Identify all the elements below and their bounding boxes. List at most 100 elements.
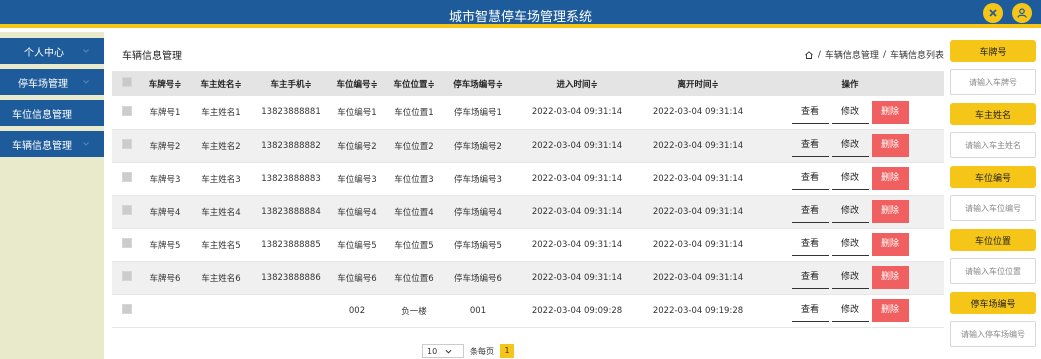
column-header-lot-number[interactable]: 停车场编号≑ (442, 71, 514, 96)
edit-button[interactable]: 修改 (831, 101, 869, 124)
actions-cell: 查看 修改 删除 (756, 228, 944, 262)
edit-button[interactable]: 修改 (831, 134, 869, 157)
column-header-plate[interactable]: 车牌号≑ (142, 71, 188, 96)
owner-name-cell: 车主姓名5 (188, 228, 254, 262)
page-title: 车辆信息管理 (122, 51, 182, 62)
sidebar-item-profile[interactable]: 个人中心 (0, 38, 104, 64)
exit-time-cell: 2022-03-04 09:31:14 (640, 228, 756, 262)
owner-name-cell: 车主姓名4 (188, 195, 254, 229)
owner-phone-cell: 13823888885 (254, 228, 328, 262)
row-checkbox[interactable] (112, 162, 142, 196)
owner-phone-cell: 13823888886 (254, 261, 328, 295)
delete-button[interactable]: 删除 (871, 167, 909, 190)
breadcrumb-current: 车辆信息列表 (889, 51, 944, 61)
row-checkbox[interactable] (112, 228, 142, 262)
column-header-space-number[interactable]: 车位编号≑ (328, 71, 386, 96)
search-panel: 车牌号车主姓名车位编号车位位置停车场编号 (950, 40, 1036, 355)
space-location-cell: 车位位置1 (386, 96, 442, 130)
row-checkbox[interactable] (112, 129, 142, 163)
table-row: 车牌号6 车主姓名6 13823888886 车位编号6 车位位置6 停车场编号6 2022… (112, 261, 944, 295)
entry-time-cell: 2022-03-04 09:31:14 (514, 195, 640, 229)
exit-time-cell: 2022-03-04 09:31:14 (640, 162, 756, 196)
edit-button[interactable]: 修改 (831, 233, 869, 256)
entry-time-cell: 2022-03-04 09:31:14 (514, 261, 640, 295)
lot-number-cell: 停车场编号1 (442, 96, 514, 130)
lot-number-cell: 停车场编号4 (442, 195, 514, 229)
delete-button[interactable]: 删除 (871, 299, 909, 322)
space-number-cell: 车位编号1 (328, 96, 386, 130)
owner-phone-cell: 13823888881 (254, 96, 328, 130)
page-button-current[interactable]: 1 (500, 344, 514, 358)
page-size-select[interactable]: 10 (422, 344, 464, 358)
column-header-entry-time[interactable]: 进入时间≑ (514, 71, 640, 96)
space-location-cell: 负一楼 (386, 294, 442, 328)
actions-cell: 查看 修改 删除 (756, 261, 944, 295)
space-location-cell: 车位位置4 (386, 195, 442, 229)
entry-time-cell: 2022-03-04 09:09:28 (514, 294, 640, 328)
lot-number-cell: 停车场编号3 (442, 162, 514, 196)
delete-button[interactable]: 删除 (871, 233, 909, 256)
column-header-owner-phone[interactable]: 车主手机≑ (254, 71, 328, 96)
chevron-down-icon (83, 80, 89, 84)
delete-button[interactable]: 删除 (871, 100, 909, 124)
row-checkbox[interactable] (112, 195, 142, 229)
row-checkbox[interactable] (112, 96, 142, 130)
space-number-cell: 车位编号4 (328, 195, 386, 229)
sidebar-item-space-info[interactable]: 车位信息管理 (0, 100, 104, 126)
chevron-down-icon (83, 142, 89, 146)
entry-time-cell: 2022-03-04 09:31:14 (514, 129, 640, 163)
owner-phone-cell: 13823888882 (254, 129, 328, 163)
delete-button[interactable]: 删除 (871, 200, 909, 223)
breadcrumb-separator: / (817, 49, 821, 60)
sidebar-item-vehicle-info[interactable]: 车辆信息管理 (0, 131, 104, 157)
search-input[interactable] (950, 195, 1036, 221)
view-button[interactable]: 查看 (791, 266, 829, 289)
sidebar: 个人中心 停车场管理 车位信息管理 车辆信息管理 (0, 32, 104, 359)
view-button[interactable]: 查看 (791, 200, 829, 223)
delete-button[interactable]: 删除 (871, 266, 909, 289)
entry-time-cell: 2022-03-04 09:31:14 (514, 162, 640, 196)
row-checkbox[interactable] (112, 261, 142, 295)
delete-button[interactable]: 删除 (871, 134, 909, 157)
search-input[interactable] (950, 321, 1036, 347)
edit-button[interactable]: 修改 (831, 167, 869, 190)
exit-time-cell: 2022-03-04 09:31:14 (640, 261, 756, 295)
search-input[interactable] (950, 258, 1036, 284)
user-icon[interactable] (1012, 3, 1032, 23)
owner-name-cell: 车主姓名3 (188, 162, 254, 196)
sidebar-item-parking-lot[interactable]: 停车场管理 (0, 69, 104, 95)
space-location-cell: 车位位置5 (386, 228, 442, 262)
close-icon[interactable] (983, 3, 1003, 23)
search-input[interactable] (950, 69, 1036, 95)
column-header-owner-name[interactable]: 车主姓名≑ (188, 71, 254, 96)
space-number-cell: 车位编号5 (328, 228, 386, 262)
table-row: 车牌号4 车主姓名4 13823888884 车位编号4 车位位置4 停车场编号4 2022… (112, 195, 944, 229)
exit-time-cell: 2022-03-04 09:31:14 (640, 195, 756, 229)
space-number-cell: 车位编号6 (328, 261, 386, 295)
space-number-cell: 车位编号2 (328, 129, 386, 163)
app-title: 城市智慧停车场管理系统 (448, 10, 592, 25)
edit-button[interactable]: 修改 (831, 266, 869, 289)
select-all-checkbox[interactable] (112, 71, 142, 96)
column-header-space-location[interactable]: 车位位置≑ (386, 71, 442, 96)
owner-phone-cell: 13823888883 (254, 162, 328, 196)
page-size-value: 10 (427, 346, 438, 356)
column-header-actions: 操作 (841, 79, 859, 90)
breadcrumb-item[interactable]: 车辆信息管理 (825, 48, 879, 61)
home-icon[interactable] (804, 50, 814, 60)
plate-cell: 车牌号3 (142, 162, 188, 196)
edit-button[interactable]: 修改 (831, 299, 869, 322)
search-input[interactable] (950, 132, 1036, 158)
view-button[interactable]: 查看 (791, 101, 829, 124)
chevron-down-icon (445, 349, 452, 354)
edit-button[interactable]: 修改 (831, 200, 869, 223)
owner-name-cell: 车主姓名1 (188, 96, 254, 130)
view-button[interactable]: 查看 (791, 233, 829, 256)
view-button[interactable]: 查看 (791, 167, 829, 190)
actions-cell: 查看 修改 删除 (756, 195, 944, 229)
row-checkbox[interactable] (112, 294, 142, 328)
view-button[interactable]: 查看 (791, 299, 829, 322)
view-button[interactable]: 查看 (791, 134, 829, 157)
column-header-exit-time[interactable]: 离开时间≑ (640, 71, 756, 96)
plate-cell: 车牌号4 (142, 195, 188, 229)
